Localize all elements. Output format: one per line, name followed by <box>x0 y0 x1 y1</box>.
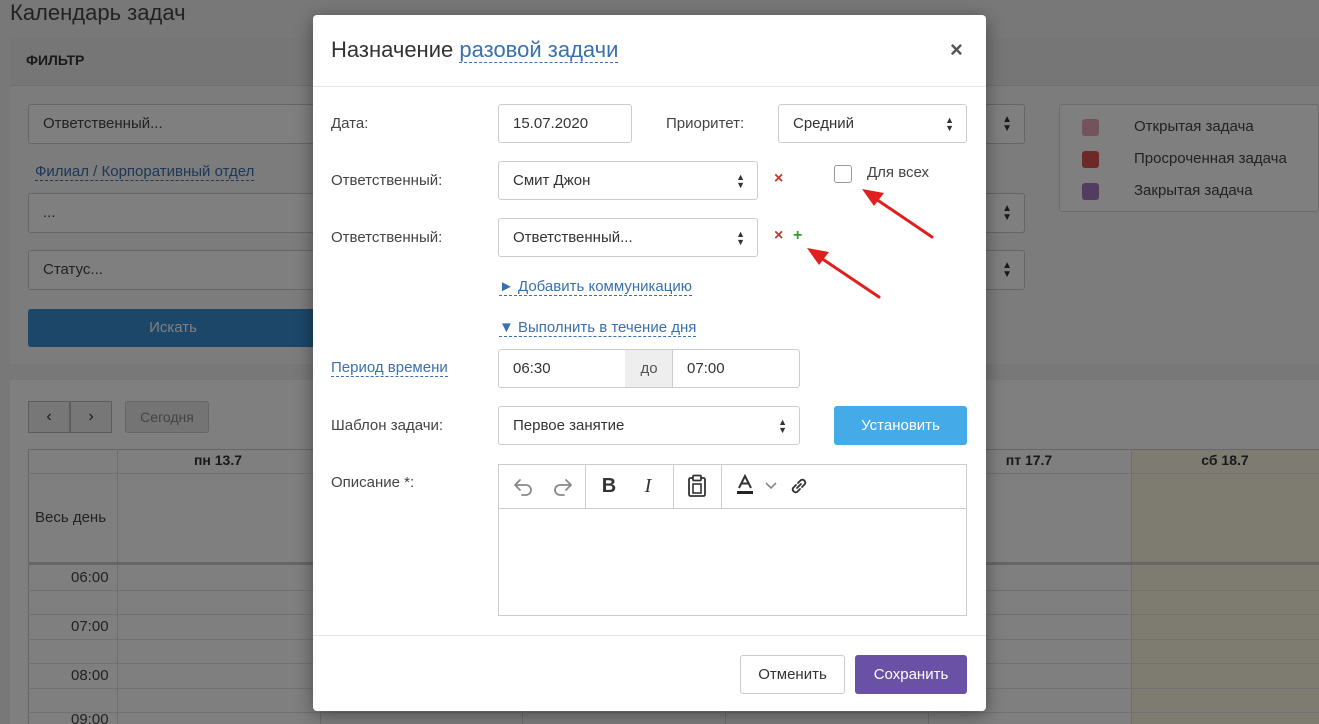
for-all-label: Для всех <box>867 164 930 181</box>
select-arrows-icon: ▲▼ <box>736 172 745 190</box>
editor-toolbar: B I <box>499 465 966 509</box>
responsible2-select[interactable]: Ответственный... ▲ ▼ <box>498 218 758 257</box>
modal-title-prefix: Назначение <box>331 37 454 62</box>
priority-label: Приоритет: <box>666 115 745 132</box>
responsible-label: Ответственный: <box>331 172 443 189</box>
responsible2-label: Ответственный: <box>331 229 443 246</box>
cancel-button[interactable]: Отменить <box>740 655 845 694</box>
set-template-button[interactable]: Установить <box>834 406 967 445</box>
undo-icon[interactable] <box>509 473 537 499</box>
bold-icon[interactable]: B <box>596 473 622 499</box>
responsible-select[interactable]: Смит Джон ▲ ▼ <box>498 161 758 200</box>
paste-icon[interactable] <box>684 473 710 499</box>
description-editor[interactable]: B I <box>498 464 967 616</box>
toolbar-divider <box>721 465 722 508</box>
during-day-link[interactable]: ▼ Выполнить в течение дня <box>499 319 697 337</box>
description-label: Описание *: <box>331 474 415 491</box>
italic-icon[interactable]: I <box>635 473 661 499</box>
save-button[interactable]: Сохранить <box>855 655 967 694</box>
priority-value: Средний <box>793 115 854 132</box>
chevron-down-icon[interactable] <box>762 473 780 499</box>
template-select[interactable]: Первое занятие ▲ ▼ <box>498 406 800 445</box>
priority-select[interactable]: Средний ▲ ▼ <box>778 104 967 143</box>
redo-icon[interactable] <box>549 473 577 499</box>
add-communication-link[interactable]: ► Добавить коммуникацию <box>499 278 692 296</box>
modal-footer: Отменить Сохранить <box>313 635 986 711</box>
time-from-input[interactable]: 06:30 <box>498 349 626 388</box>
modal-header: Назначение разовой задачи × <box>313 15 986 87</box>
time-to-addon: до <box>625 349 673 388</box>
add-responsible-icon[interactable]: + <box>793 227 802 245</box>
select-arrows-icon: ▲▼ <box>945 115 954 133</box>
template-label: Шаблон задачи: <box>331 417 444 434</box>
toolbar-divider <box>585 465 586 508</box>
toolbar-divider <box>673 465 674 508</box>
time-to-input[interactable]: 07:00 <box>672 349 800 388</box>
close-icon[interactable]: × <box>950 37 963 63</box>
task-type-link[interactable]: разовой задачи <box>459 37 619 63</box>
remove-responsible-icon[interactable]: × <box>774 170 783 188</box>
assign-task-modal: Назначение разовой задачи × Дата: 15.07.… <box>313 15 986 711</box>
link-icon[interactable] <box>786 473 812 499</box>
select-arrows-icon: ▲▼ <box>736 229 745 247</box>
modal-title: Назначение разовой задачи <box>331 37 619 63</box>
text-color-icon[interactable] <box>732 473 758 499</box>
select-arrows-icon: ▲▼ <box>778 417 787 435</box>
remove-responsible2-icon[interactable]: × <box>774 227 783 245</box>
responsible-value: Смит Джон <box>513 172 591 189</box>
for-all-checkbox[interactable] <box>834 165 852 183</box>
template-value: Первое занятие <box>513 417 625 434</box>
date-label: Дата: <box>331 115 369 132</box>
period-link[interactable]: Период времени <box>331 359 448 377</box>
responsible2-value: Ответственный... <box>513 229 633 246</box>
date-input[interactable]: 15.07.2020 <box>498 104 632 143</box>
